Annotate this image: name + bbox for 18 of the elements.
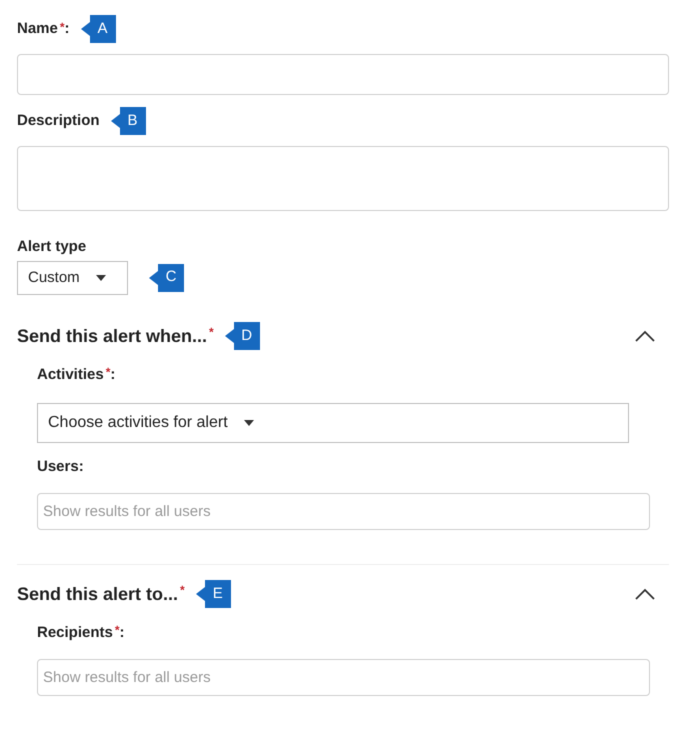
collapse-button[interactable] [635, 330, 655, 342]
name-input[interactable] [17, 54, 669, 95]
description-input[interactable] [17, 146, 669, 211]
field-label: Send this alert to...* [17, 582, 185, 606]
field-label: Send this alert when...* [17, 324, 214, 348]
collapse-button[interactable] [635, 588, 655, 600]
field-label: Description [17, 110, 100, 131]
caret-icon [244, 420, 254, 426]
field-label: Activities*: [37, 366, 116, 383]
field-label: Alert type [17, 238, 86, 255]
caret-icon [96, 275, 106, 281]
search-field[interactable]: Show results for all users [37, 493, 650, 530]
search-field[interactable]: Show results for all users [37, 659, 650, 696]
activities-dropdown[interactable]: Choose activities for alert [37, 403, 629, 443]
field-label: Name*: [17, 18, 70, 39]
alert-type-dropdown[interactable]: Custom [17, 261, 128, 295]
field-label: Users: [37, 458, 84, 475]
field-label: Recipients*: [37, 624, 125, 641]
